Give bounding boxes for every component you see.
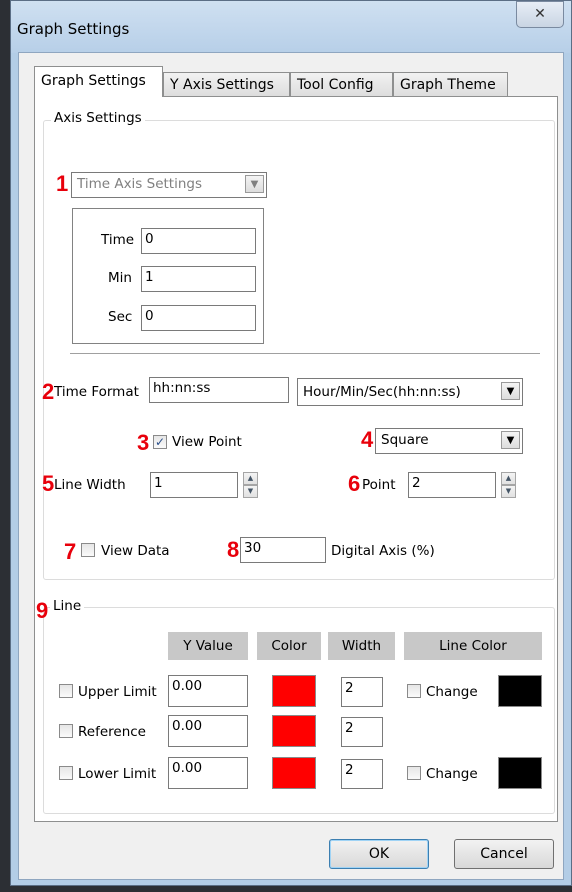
- spin-down-icon[interactable]: ▼: [501, 485, 516, 498]
- annotation-8: 8: [227, 537, 240, 562]
- annotation-3: 3: [137, 430, 150, 455]
- y-value-header: Y Value: [168, 632, 248, 660]
- min-label: Min: [108, 270, 132, 286]
- view-data-checkbox[interactable]: [81, 543, 95, 557]
- lower-limit-label: Lower Limit: [78, 766, 157, 782]
- annotation-9: 9: [36, 598, 49, 623]
- annotation-4: 4: [361, 427, 374, 452]
- point-size-spinner[interactable]: ▲ ▼: [501, 472, 516, 498]
- line-legend: Line: [50, 598, 85, 614]
- annotation-1: 1: [56, 171, 69, 196]
- reference-color[interactable]: [272, 715, 316, 747]
- time-format-select[interactable]: Hour/Min/Sec(hh:nn:ss) ▼: [297, 378, 523, 406]
- point-shape-select[interactable]: Square ▼: [375, 428, 523, 454]
- spin-down-icon[interactable]: ▼: [243, 485, 258, 498]
- upper-limit-width[interactable]: 2: [341, 677, 383, 707]
- color-header: Color: [257, 632, 321, 660]
- lower-limit-change-label: Change: [426, 766, 478, 782]
- min-input[interactable]: 1: [141, 266, 256, 292]
- chevron-down-icon: ▼: [501, 382, 520, 400]
- lower-limit-width[interactable]: 2: [341, 759, 383, 789]
- time-axis-select-value: Time Axis Settings: [77, 176, 203, 192]
- spin-up-icon[interactable]: ▲: [243, 472, 258, 485]
- reference-width[interactable]: 2: [341, 717, 383, 747]
- upper-limit-color[interactable]: [272, 675, 316, 707]
- time-format-select-value: Hour/Min/Sec(hh:nn:ss): [303, 384, 461, 400]
- line-color-header: Line Color: [404, 632, 542, 660]
- time-label: Time: [101, 232, 135, 248]
- digital-axis-label: Digital Axis (%): [331, 543, 435, 559]
- window-title: Graph Settings: [17, 20, 130, 38]
- lower-limit-checkbox[interactable]: [59, 766, 73, 780]
- upper-limit-change-checkbox[interactable]: [407, 684, 421, 698]
- lower-limit-value[interactable]: 0.00: [168, 757, 248, 789]
- annotation-5: 5: [42, 471, 55, 496]
- point-size-input[interactable]: 2: [408, 472, 496, 498]
- line-width-label: Line Width: [54, 477, 126, 493]
- sec-label: Sec: [108, 309, 133, 325]
- spin-up-icon[interactable]: ▲: [501, 472, 516, 485]
- view-point-label: View Point: [172, 434, 242, 450]
- time-axis-select[interactable]: Time Axis Settings ▼: [71, 172, 267, 198]
- reference-checkbox[interactable]: [59, 724, 73, 738]
- line-width-input[interactable]: 1: [150, 472, 238, 498]
- lower-limit-color[interactable]: [272, 757, 316, 789]
- annotation-7: 7: [64, 539, 77, 564]
- annotation-6: 6: [348, 471, 361, 496]
- ok-button[interactable]: OK: [329, 839, 429, 869]
- time-format-label: Time Format: [54, 384, 139, 400]
- tab-y-axis-settings[interactable]: Y Axis Settings: [163, 72, 290, 97]
- time-format-input[interactable]: hh:nn:ss: [149, 377, 289, 403]
- tab-tool-config[interactable]: Tool Config: [290, 72, 393, 97]
- upper-limit-value[interactable]: 0.00: [168, 675, 248, 707]
- separator-line: [70, 353, 540, 355]
- width-header: Width: [328, 632, 395, 660]
- chevron-down-icon: ▼: [245, 175, 264, 193]
- tab-graph-settings[interactable]: Graph Settings: [34, 66, 163, 97]
- point-label: Point: [362, 477, 396, 493]
- cancel-button[interactable]: Cancel: [454, 839, 554, 869]
- upper-limit-checkbox[interactable]: [59, 684, 73, 698]
- reference-label: Reference: [78, 724, 146, 740]
- point-shape-select-value: Square: [381, 432, 429, 448]
- line-width-spinner[interactable]: ▲ ▼: [243, 472, 258, 498]
- sec-input[interactable]: 0: [141, 305, 256, 331]
- view-point-checkbox[interactable]: ✓: [153, 435, 167, 449]
- lower-limit-change-checkbox[interactable]: [407, 766, 421, 780]
- upper-limit-line-color[interactable]: [498, 675, 542, 707]
- upper-limit-change-label: Change: [426, 684, 478, 700]
- annotation-2: 2: [42, 379, 55, 404]
- time-input[interactable]: 0: [141, 228, 256, 254]
- upper-limit-label: Upper Limit: [78, 684, 157, 700]
- lower-limit-line-color[interactable]: [498, 757, 542, 789]
- digital-axis-input[interactable]: 30: [240, 537, 326, 563]
- close-button[interactable]: ✕: [516, 1, 564, 28]
- reference-value[interactable]: 0.00: [168, 715, 248, 747]
- chevron-down-icon: ▼: [501, 431, 520, 449]
- axis-settings-legend: Axis Settings: [51, 110, 145, 126]
- tab-graph-theme[interactable]: Graph Theme: [393, 72, 508, 97]
- view-data-label: View Data: [101, 543, 170, 559]
